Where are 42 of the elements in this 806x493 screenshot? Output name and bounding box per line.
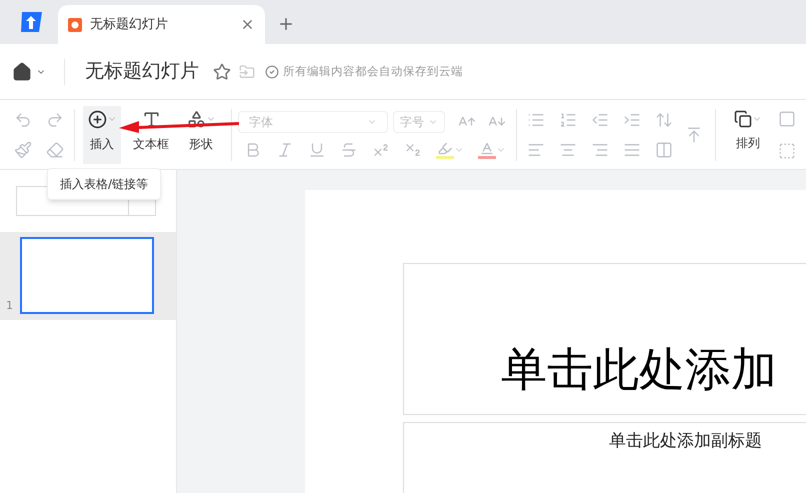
slides-file-icon [68, 18, 82, 32]
underline-icon[interactable] [308, 140, 326, 158]
arrange-icon [734, 110, 752, 128]
shape-button[interactable]: 形状 [177, 106, 225, 164]
insert-button[interactable]: 插入 [83, 106, 121, 164]
folder-move-icon[interactable] [239, 64, 255, 80]
save-status: 所有编辑内容都会自动保存到云端 [283, 62, 463, 80]
title-placeholder[interactable]: 单击此处添加 [403, 263, 806, 415]
tab-title: 无标题幻灯片 [90, 16, 169, 34]
document-tab[interactable]: 无标题幻灯片 [58, 5, 265, 44]
highlighter-icon[interactable] [436, 140, 454, 158]
slide-thumbnail[interactable] [20, 237, 154, 314]
insert-icon [88, 110, 106, 128]
vertical-align-icon[interactable] [685, 126, 703, 144]
new-tab-icon[interactable] [277, 15, 295, 33]
document-title[interactable]: 无标题幻灯片 [85, 57, 199, 86]
font-color-icon[interactable] [478, 140, 496, 158]
textbox-button[interactable]: 文本框 [125, 106, 177, 164]
format-painter-icon[interactable] [14, 140, 32, 158]
tooltip: 插入表格/链接等 [47, 168, 161, 200]
arrange-button[interactable]: 排列 [728, 106, 768, 164]
numbered-list-icon[interactable] [559, 110, 577, 128]
line-spacing-icon[interactable] [655, 110, 673, 128]
home-icon[interactable] [12, 62, 32, 82]
slide-number: 1 [6, 298, 13, 314]
subtitle-placeholder[interactable]: 单击此处添加副标题 [403, 422, 806, 493]
shape-icon [186, 110, 206, 128]
distribute-icon[interactable] [655, 140, 673, 158]
eraser-icon[interactable] [46, 140, 64, 158]
title-text: 单击此处添加 [501, 346, 777, 392]
subtitle-text: 单击此处添加副标题 [609, 431, 762, 451]
saved-check-icon [265, 64, 279, 78]
undo-icon[interactable] [14, 110, 32, 128]
app-logo-icon [18, 9, 44, 35]
strikethrough-icon[interactable] [340, 140, 358, 158]
redo-icon[interactable] [46, 110, 64, 128]
group-icon[interactable] [778, 142, 796, 160]
textbox-icon [142, 110, 160, 128]
italic-icon[interactable] [276, 140, 294, 158]
star-icon[interactable] [213, 62, 231, 80]
frame-icon[interactable] [778, 110, 796, 128]
close-icon[interactable] [240, 17, 255, 32]
